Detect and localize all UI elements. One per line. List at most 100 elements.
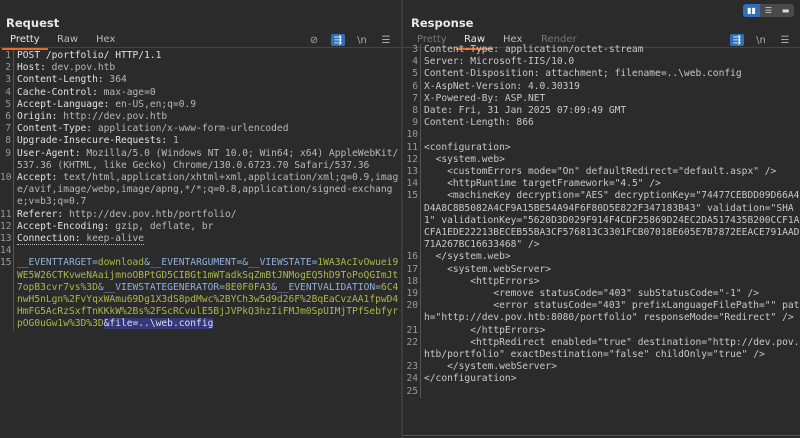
header-name: Origin: — [17, 111, 58, 123]
line-number: 11 — [0, 208, 14, 221]
code-line: 19 <remove statusCode="403" subStatusCod… — [403, 288, 800, 301]
line-text: Accept: text/html,application/xhtml+xml,… — [14, 172, 401, 209]
code-line: 7 X-Powered-By: ASP.NET — [403, 92, 800, 106]
line-text: Host: dev.pov.htb — [14, 62, 401, 74]
header-name: Host: — [17, 62, 46, 74]
code-line: 22 <httpRedirect enabled="true" destinat… — [403, 336, 800, 362]
line-number: 13 — [0, 233, 14, 246]
code-line: 11 <configuration> — [403, 141, 800, 154]
code-line: 12 <system.web> — [403, 153, 800, 167]
line-text: Content-Type: application/x-www-form-url… — [14, 123, 401, 135]
code-line: 5 Content-Disposition: attachment; filena… — [403, 68, 800, 81]
tab-pretty[interactable]: Pretty — [2, 34, 48, 50]
line-text — [421, 129, 800, 141]
line-number: 22 — [403, 336, 421, 362]
line-number: 21 — [403, 324, 421, 337]
header-value: max-age=0 — [97, 86, 156, 98]
body-param: 8E0F0FA3 — [224, 281, 272, 293]
split-vertical-icon[interactable]: ▮▮ — [743, 4, 760, 17]
line-text: Content-Length: 364 — [14, 74, 401, 86]
line-number: 5 — [0, 98, 14, 112]
line-number: 8 — [403, 105, 421, 118]
line-number: 17 — [403, 263, 421, 276]
header-name: Upgrade-Insecure-Requests: — [17, 135, 168, 147]
line-text: Content-Disposition: attachment; filenam… — [424, 68, 742, 80]
code-line: 4 Cache-Control: max-age=0 — [0, 86, 401, 99]
header-value: gzip, deflate, br — [109, 220, 214, 232]
line-number: 10 — [403, 129, 421, 142]
response-editor[interactable]: 3 Content-Type: application/octet-stream 4… — [403, 44, 800, 398]
line-text: <system.web> — [424, 153, 505, 165]
line-text: </configuration> — [424, 373, 517, 385]
code-line: 23 </system.webServer> — [403, 361, 800, 374]
line-text: <remove statusCode="403" subStatusCode="… — [424, 288, 760, 300]
split-horizontal-icon[interactable]: ☰ — [760, 4, 777, 17]
line-number: 14 — [403, 178, 421, 191]
code-line: 1 POST /portfolio/ HTTP/1.1 — [0, 50, 401, 63]
wrap-icon[interactable]: ⇶ — [331, 34, 345, 46]
line-text: <machineKey decryption="AES" decryptionK… — [424, 190, 800, 251]
line-text: </httpErrors> — [424, 324, 546, 336]
line-number: 1 — [0, 50, 14, 63]
line-number: 2 — [0, 62, 14, 75]
line-number: 13 — [403, 166, 421, 179]
request-title: Request — [6, 16, 60, 30]
line-number: 4 — [0, 86, 14, 99]
line-number: 6 — [403, 80, 421, 93]
body-param: download — [97, 257, 145, 269]
line-text: Accept-Encoding: gzip, deflate, br — [14, 221, 401, 233]
line-text: <httpErrors> — [424, 275, 540, 287]
line-text: </system.webServer> — [424, 361, 557, 373]
tab-raw[interactable]: Raw — [55, 34, 80, 45]
line-text: </system.web> — [424, 251, 511, 263]
code-line: 14 — [0, 245, 401, 258]
code-line: 24 </configuration> — [403, 373, 800, 386]
request-panel: Request Pretty Raw Hex ⊘ ⇶ \n ☰ 1 POST /p… — [0, 0, 401, 438]
selected-text: &file=..\web.config — [103, 318, 214, 330]
tab-hex[interactable]: Hex — [94, 34, 117, 45]
code-line: 10 Accept: text/html,application/xhtml+xm… — [0, 172, 401, 209]
line-number: 11 — [403, 141, 421, 154]
line-number: 5 — [403, 68, 421, 81]
code-line: 6 X-AspNet-Version: 4.0.30319 — [403, 80, 800, 93]
line-number: 15 — [403, 190, 421, 252]
response-title: Response — [411, 16, 474, 30]
header-name: Accept-Encoding: — [17, 220, 110, 232]
code-line: 9 User-Agent: Mozilla/5.0 (Windows NT 10.… — [0, 147, 401, 173]
line-text: Origin: http://dev.pov.htb — [14, 111, 401, 123]
code-line: 8 Upgrade-Insecure-Requests: 1 — [0, 135, 401, 148]
header-value: dev.pov.htb — [45, 62, 116, 74]
line-text: POST /portfolio/ HTTP/1.1 — [14, 50, 401, 62]
line-number: 6 — [0, 111, 14, 124]
line-text: Connection: keep-alive — [14, 233, 401, 246]
line-number: 10 — [0, 172, 14, 209]
header-name: Content-Length: — [17, 74, 104, 86]
header-name: Content-Type: — [17, 123, 93, 135]
code-line: 25 — [403, 385, 800, 398]
header-name: Accept-Language: — [17, 98, 110, 110]
code-line: 5 Accept-Language: en-US,en;q=0.9 — [0, 98, 401, 112]
line-text — [14, 245, 401, 257]
header-value: 1 — [167, 135, 179, 147]
line-number: 23 — [403, 361, 421, 374]
request-editor[interactable]: 1 POST /portfolio/ HTTP/1.1 2 Host: dev.pov… — [0, 50, 401, 331]
line-text: <httpRedirect enabled="true" destination… — [424, 336, 800, 361]
code-line: 3 Content-Length: 364 — [0, 74, 401, 87]
single-pane-icon[interactable]: ▬ — [777, 4, 794, 17]
line-number: 12 — [403, 153, 421, 167]
line-text: Content-Type: application/octet-stream — [424, 44, 644, 55]
body-param: &__EVENTVALIDATION= — [271, 281, 381, 293]
line-text: <error statusCode="403" prefixLanguageFi… — [424, 300, 800, 324]
code-line: 16 </system.web> — [403, 251, 800, 264]
code-line: 17 <system.webServer> — [403, 263, 800, 276]
newline-icon[interactable]: \n — [355, 34, 369, 46]
header-name: User-Agent: — [17, 147, 81, 159]
header-value: text/html,application/xhtml+xml,applicat… — [17, 172, 399, 208]
eye-slash-icon[interactable]: ⊘ — [307, 34, 321, 46]
line-text: <system.webServer> — [424, 263, 552, 275]
code-line: 15 __EVENTTARGET=download&__EVENTARGUMENT… — [0, 257, 401, 331]
header-value: http://dev.pov.htb/portfolio/ — [63, 208, 237, 220]
code-line: 10 — [403, 129, 800, 142]
header-value: keep-alive — [80, 233, 145, 246]
menu-icon[interactable]: ☰ — [379, 34, 393, 46]
